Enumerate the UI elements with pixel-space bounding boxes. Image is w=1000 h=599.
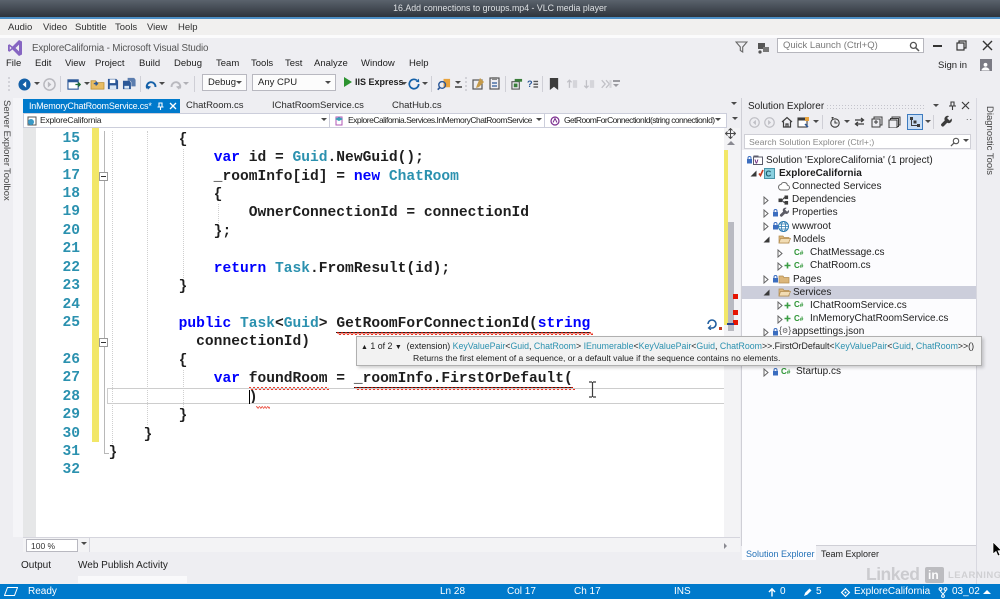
svg-text:v: v [755,159,759,166]
svg-text:?: ? [527,79,533,89]
svg-text:C: C [766,170,772,179]
